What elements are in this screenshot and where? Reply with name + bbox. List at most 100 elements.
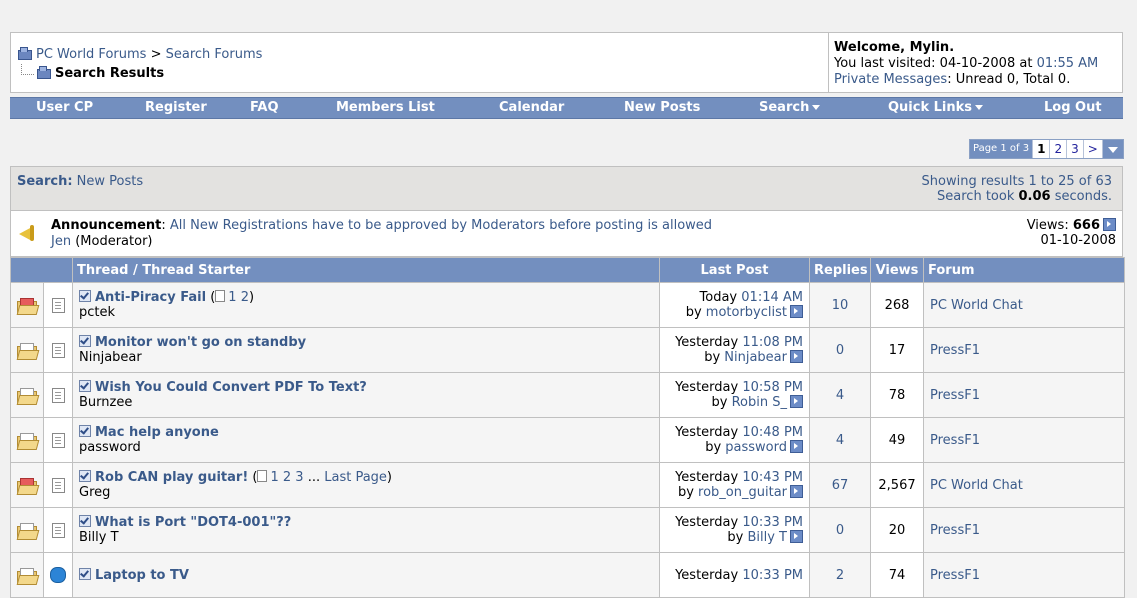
thread-title-link[interactable]: What is Port "DOT4-001"??	[95, 515, 291, 530]
chevron-down-icon	[812, 105, 821, 110]
replies-link[interactable]: 4	[836, 433, 844, 448]
replies-link[interactable]: 4	[836, 388, 844, 403]
thread-cell: Anti-Piracy Fail (1 2) pctek	[72, 282, 660, 328]
views-count: 2,567	[878, 477, 916, 493]
thread-title-link[interactable]: Wish You Could Convert PDF To Text?	[95, 380, 367, 395]
replies-link[interactable]: 2	[836, 568, 844, 583]
table-row: What is Port "DOT4-001"?? Billy T Yester…	[10, 507, 1125, 553]
go-to-announcement-icon[interactable]	[1103, 218, 1116, 231]
post-icon-cell	[43, 372, 73, 418]
go-to-last-post-icon[interactable]	[790, 440, 803, 453]
go-to-last-post-icon[interactable]	[790, 350, 803, 363]
announcement-link[interactable]: All New Registrations have to be approve…	[170, 218, 712, 233]
thread-title-link[interactable]: Anti-Piracy Fail	[95, 290, 206, 305]
go-to-last-post-icon[interactable]	[790, 485, 803, 498]
header-thread[interactable]: Thread / Thread Starter	[72, 257, 660, 283]
thread-starter[interactable]: password	[73, 440, 659, 455]
last-poster-link[interactable]: rob_on_guitar	[698, 485, 787, 500]
last-post-time: 10:33 PM	[742, 567, 803, 583]
thread-status-icon	[16, 342, 40, 360]
thread-title-link[interactable]: Monitor won't go on standby	[95, 335, 306, 350]
views-cell: 17	[870, 327, 924, 373]
last-poster-link[interactable]: Robin S_	[732, 395, 787, 410]
last-poster-link[interactable]: Ninjabear	[724, 350, 787, 365]
last-post-cell: Yesterday 10:33 PM by Billy T	[659, 507, 810, 553]
last-post-day: Yesterday	[675, 380, 739, 395]
subscribed-check-icon	[79, 290, 91, 302]
nav-register[interactable]: Register	[145, 100, 207, 115]
forum-link[interactable]: PC World Chat	[924, 478, 1023, 493]
last-poster-link[interactable]: Billy T	[747, 530, 787, 545]
private-messages-link[interactable]: Private Messages	[834, 72, 947, 87]
go-to-last-post-icon[interactable]	[790, 305, 803, 318]
search-query-link[interactable]: New Posts	[77, 174, 143, 189]
replies-link[interactable]: 0	[836, 343, 844, 358]
replies-link[interactable]: 0	[836, 523, 844, 538]
last-post-time: 10:48 PM	[742, 425, 803, 440]
thread-title-link[interactable]: Mac help anyone	[95, 425, 219, 440]
last-poster-link[interactable]: password	[725, 440, 787, 455]
thread-status-icon	[16, 567, 40, 585]
thread-starter[interactable]: Billy T	[73, 530, 659, 545]
thread-cell: Laptop to TV	[72, 552, 660, 598]
thread-title-link[interactable]: Rob CAN play guitar!	[95, 470, 248, 485]
nav-faq[interactable]: FAQ	[250, 100, 279, 115]
nav-user-cp[interactable]: User CP	[36, 100, 93, 115]
nav-calendar[interactable]: Calendar	[499, 100, 564, 115]
nav-log-out[interactable]: Log Out	[1044, 100, 1102, 115]
forum-link[interactable]: PressF1	[924, 568, 980, 583]
forum-link[interactable]: PressF1	[924, 388, 980, 403]
go-to-last-post-icon[interactable]	[790, 395, 803, 408]
nav-members-list[interactable]: Members List	[336, 100, 435, 115]
thread-page-link[interactable]: 1	[228, 290, 240, 305]
nav-search-menu[interactable]: Search	[759, 100, 821, 115]
search-label: Search:	[17, 174, 73, 189]
page-jump-menu[interactable]	[1101, 140, 1123, 158]
thread-starter[interactable]: Ninjabear	[73, 350, 659, 365]
thread-page-link[interactable]: 2	[283, 470, 295, 485]
thread-starter[interactable]: Burnzee	[73, 395, 659, 410]
table-row: Laptop to TV Yesterday 10:33 PM 2 74 Pre…	[10, 552, 1125, 598]
replies-link[interactable]: 10	[832, 298, 849, 313]
announcement-author-role: (Moderator)	[75, 234, 153, 249]
forum-cell: PressF1	[923, 372, 1125, 418]
forum-link[interactable]: PC World Chat	[924, 298, 1023, 313]
breadcrumb-section-link[interactable]: Search Forums	[166, 47, 263, 62]
forum-link[interactable]: PressF1	[924, 433, 980, 448]
thread-page-link[interactable]: 1	[270, 470, 282, 485]
nav-quick-links-label: Quick Links	[888, 100, 973, 115]
nav-quick-links-menu[interactable]: Quick Links	[888, 100, 984, 115]
navbar: User CP Register FAQ Members List Calend…	[10, 97, 1123, 119]
announcement-row: Announcement: All New Registrations have…	[10, 211, 1123, 257]
page-1[interactable]: 1	[1032, 140, 1050, 158]
thread-page-link[interactable]: 3	[295, 470, 307, 485]
status-cell	[10, 552, 44, 598]
header-views[interactable]: Views	[870, 257, 924, 283]
thread-page-link[interactable]: 2	[241, 290, 249, 305]
forum-home-icon[interactable]	[17, 47, 32, 60]
header-last-post[interactable]: Last Post	[659, 257, 810, 283]
announcement-author-link[interactable]: Jen	[51, 234, 71, 249]
page-3[interactable]: 3	[1066, 140, 1083, 158]
header-forum[interactable]: Forum	[923, 257, 1125, 283]
thread-starter[interactable]: pctek	[73, 305, 659, 320]
thread-title-link[interactable]: Laptop to TV	[95, 568, 189, 583]
table-header-row: Thread / Thread Starter Last Post Replie…	[10, 257, 1125, 283]
last-post-time: 01:14 AM	[741, 290, 803, 305]
replies-link[interactable]: 67	[832, 478, 849, 493]
forum-link[interactable]: PressF1	[924, 523, 980, 538]
tree-branch-icon	[21, 64, 34, 75]
thread-last-page-link[interactable]: Last Page	[324, 470, 387, 485]
forum-link[interactable]: PressF1	[924, 343, 980, 358]
header-replies[interactable]: Replies	[809, 257, 871, 283]
nav-new-posts[interactable]: New Posts	[624, 100, 700, 115]
nav-search-label: Search	[759, 100, 810, 115]
last-poster-link[interactable]: motorbyclist	[706, 305, 787, 320]
breadcrumb-site-link[interactable]: PC World Forums	[36, 47, 146, 62]
subscribed-check-icon	[79, 425, 91, 437]
next-page-button[interactable]: >	[1082, 140, 1102, 158]
go-to-last-post-icon[interactable]	[790, 530, 803, 543]
thread-starter[interactable]: Greg	[73, 485, 659, 500]
views-label: Views:	[1026, 218, 1069, 233]
page-2[interactable]: 2	[1049, 140, 1067, 158]
